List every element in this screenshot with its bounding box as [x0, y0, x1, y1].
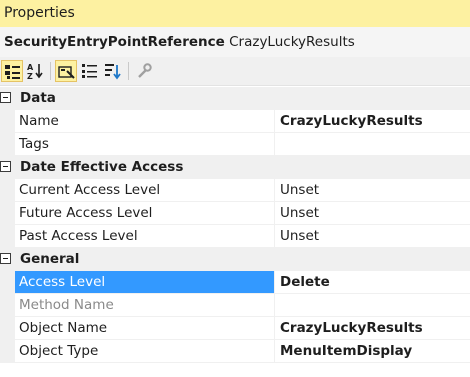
svg-text:Z: Z	[27, 72, 33, 80]
property-name: Access Level	[15, 271, 275, 293]
category-label: General	[20, 251, 80, 267]
collapse-icon[interactable]	[0, 92, 11, 103]
object-type-label: SecurityEntryPointReference	[4, 34, 225, 50]
property-pages-button[interactable]	[133, 60, 155, 82]
property-row-object-name[interactable]: Object Name CrazyLuckyResults	[0, 317, 470, 340]
property-value[interactable]	[276, 133, 470, 155]
property-row-current-access-level[interactable]: Current Access Level Unset	[0, 179, 470, 202]
panel-title: Properties	[0, 0, 470, 27]
category-data[interactable]: Data	[0, 87, 470, 110]
properties-icon	[58, 66, 75, 79]
property-name: Object Type	[15, 340, 275, 362]
property-value[interactable]	[276, 294, 470, 316]
object-selector[interactable]: SecurityEntryPointReference CrazyLuckyRe…	[0, 27, 470, 57]
properties-button[interactable]	[55, 60, 77, 82]
category-label: Date Effective Access	[20, 159, 184, 175]
category-label: Data	[20, 90, 56, 106]
property-value[interactable]: Unset	[276, 202, 470, 224]
object-name-label: CrazyLuckyResults	[229, 34, 355, 50]
events-icon	[82, 64, 97, 78]
property-name: Past Access Level	[15, 225, 275, 247]
property-row-future-access-level[interactable]: Future Access Level Unset	[0, 202, 470, 225]
category-general[interactable]: General	[0, 248, 470, 271]
categorized-icon	[5, 65, 20, 79]
categorized-button[interactable]	[1, 60, 23, 82]
property-pages-icon	[138, 63, 152, 78]
properties-toolbar: A Z	[0, 57, 470, 86]
property-value[interactable]: CrazyLuckyResults	[276, 317, 470, 339]
property-row-tags[interactable]: Tags	[0, 133, 470, 156]
property-name: Tags	[15, 133, 275, 155]
sort-button[interactable]	[102, 60, 124, 82]
property-row-access-level[interactable]: Access Level Delete	[0, 271, 470, 294]
sort-icon	[105, 64, 121, 80]
property-value[interactable]: Unset	[276, 179, 470, 201]
svg-text:A: A	[27, 63, 34, 72]
property-row-past-access-level[interactable]: Past Access Level Unset	[0, 225, 470, 248]
property-row-name[interactable]: Name CrazyLuckyResults	[0, 110, 470, 133]
property-row-object-type[interactable]: Object Type MenuItemDisplay	[0, 340, 470, 363]
property-value[interactable]: Unset	[276, 225, 470, 247]
category-date-effective-access[interactable]: Date Effective Access	[0, 156, 470, 179]
property-value[interactable]: Delete	[276, 271, 470, 293]
alphabetical-icon: A Z	[27, 63, 43, 80]
collapse-icon[interactable]	[0, 161, 11, 172]
property-name: Current Access Level	[15, 179, 275, 201]
property-grid: Data Name CrazyLuckyResults Tags Date Ef…	[0, 87, 470, 363]
property-value[interactable]: MenuItemDisplay	[276, 340, 470, 362]
property-name: Object Name	[15, 317, 275, 339]
property-name: Method Name	[15, 294, 275, 316]
collapse-icon[interactable]	[0, 253, 11, 264]
property-name: Name	[15, 110, 275, 132]
events-button[interactable]	[79, 60, 101, 82]
alphabetical-button[interactable]: A Z	[24, 60, 46, 82]
property-name: Future Access Level	[15, 202, 275, 224]
property-row-method-name[interactable]: Method Name	[0, 294, 470, 317]
property-value[interactable]: CrazyLuckyResults	[276, 110, 470, 132]
